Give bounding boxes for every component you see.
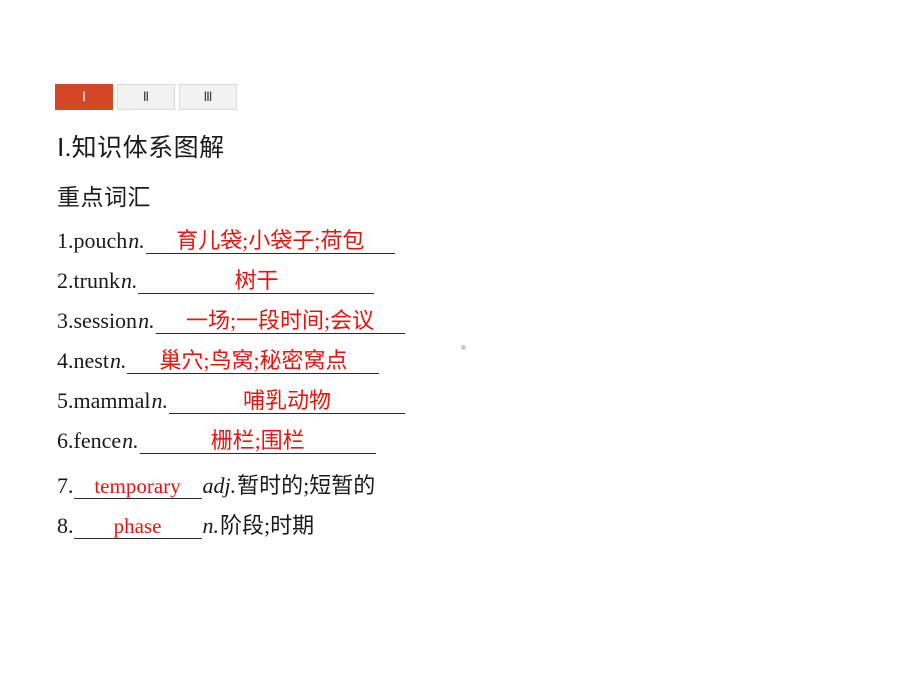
item-tail-text: 暂时的;短暂的: [237, 473, 376, 498]
list-item: 1. pouch n. 育儿袋;小袋子;荷包: [57, 228, 577, 268]
list-item: 4. nest n. 巢穴;鸟窝;秘密窝点: [57, 348, 577, 388]
item-number: 5.: [57, 388, 74, 413]
item-number: 1.: [57, 228, 74, 253]
item-number: 6.: [57, 428, 74, 453]
bullet-dot-artifact: [461, 345, 466, 350]
slide: Ⅰ Ⅱ Ⅲ Ⅰ.知识体系图解 重点词汇 1. pouch n. 育儿袋;小袋子;…: [0, 0, 920, 690]
item-answer-blank[interactable]: 哺乳动物: [168, 389, 405, 415]
item-answer-blank[interactable]: 栅栏;围栏: [139, 429, 376, 455]
item-part-of-speech: adj.: [202, 473, 237, 498]
item-number: 3.: [57, 308, 74, 333]
item-answer-blank[interactable]: phase: [73, 515, 202, 540]
vocabulary-list: 1. pouch n. 育儿袋;小袋子;荷包 2. trunk n. 树干 3.…: [57, 228, 577, 548]
item-part-of-speech: n.: [128, 228, 145, 253]
list-item: 3. session n. 一场;一段时间;会议: [57, 308, 577, 348]
item-word: pouch: [73, 228, 128, 253]
item-number: 7.: [57, 473, 74, 498]
item-answer-blank[interactable]: 一场;一段时间;会议: [155, 309, 405, 335]
tab-section-1[interactable]: Ⅰ: [55, 84, 113, 110]
item-number: 4.: [57, 348, 74, 373]
list-item: 8. phase n. 阶段;时期: [57, 508, 577, 548]
item-part-of-speech: n.: [151, 388, 168, 413]
item-answer-blank[interactable]: 树干: [138, 269, 375, 295]
item-number: 2.: [57, 268, 74, 293]
item-part-of-speech: n.: [202, 513, 220, 538]
item-part-of-speech: n.: [122, 428, 139, 453]
subsection-title: 重点词汇: [57, 185, 151, 210]
item-word: nest: [73, 348, 109, 373]
item-word: trunk: [73, 268, 120, 293]
item-part-of-speech: n.: [138, 308, 155, 333]
list-item: 6. fence n. 栅栏;围栏: [57, 428, 577, 468]
tab-section-3[interactable]: Ⅲ: [179, 84, 237, 110]
item-tail-text: 阶段;时期: [220, 513, 315, 538]
list-item: 2. trunk n. 树干: [57, 268, 577, 308]
item-part-of-speech: n.: [120, 268, 138, 293]
item-word: fence: [73, 428, 122, 453]
list-item: 7. temporary adj. 暂时的;短暂的: [57, 468, 577, 508]
tab-strip: Ⅰ Ⅱ Ⅲ: [55, 84, 237, 110]
page-title: Ⅰ.知识体系图解: [57, 135, 225, 162]
item-answer-blank[interactable]: 育儿袋;小袋子;荷包: [145, 229, 395, 255]
tab-section-2-label: Ⅱ: [142, 89, 150, 104]
item-answer-blank[interactable]: temporary: [73, 475, 202, 500]
item-answer-blank[interactable]: 巢穴;鸟窝;秘密窝点: [127, 349, 380, 375]
item-part-of-speech: n.: [109, 348, 127, 373]
item-word: mammal: [73, 388, 151, 413]
tab-section-3-label: Ⅲ: [203, 89, 213, 104]
item-word: session: [73, 308, 138, 333]
item-number: 8.: [57, 513, 74, 538]
tab-section-1-label: Ⅰ: [82, 89, 86, 104]
tab-section-2[interactable]: Ⅱ: [117, 84, 175, 110]
list-item: 5. mammal n. 哺乳动物: [57, 388, 577, 428]
